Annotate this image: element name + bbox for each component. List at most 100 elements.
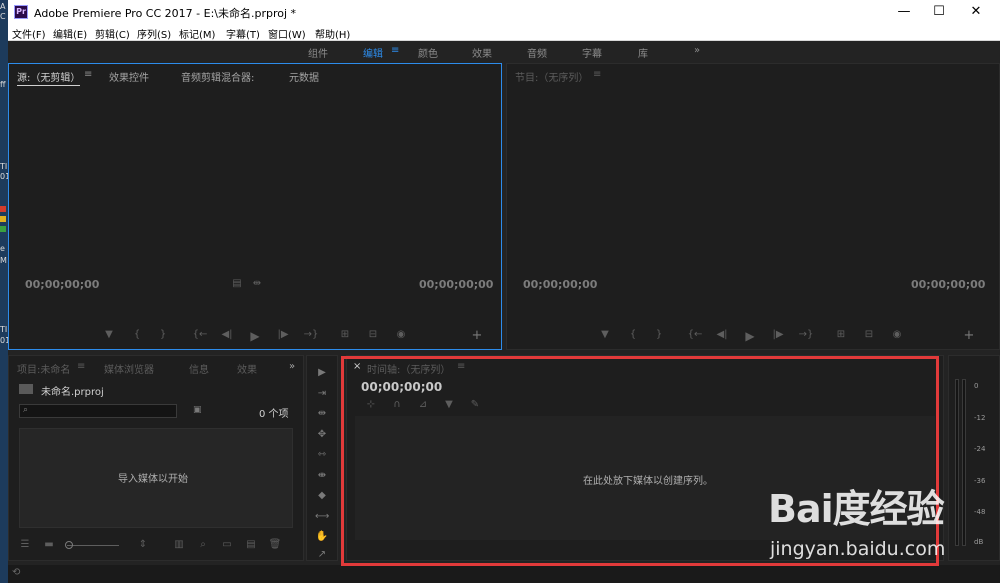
menu-file[interactable]: 文件(F)	[12, 26, 46, 41]
project-file-name: 未命名.prproj	[41, 387, 104, 398]
clear-icon[interactable]: 🗑	[267, 539, 283, 550]
baidu-jingyan-watermark: Bai度经验 jingyan.baidu.com	[768, 478, 1000, 583]
source-timecode-current[interactable]: 00;00;00;00	[25, 278, 99, 291]
menu-help[interactable]: 帮助(H)	[315, 26, 350, 41]
play-icon[interactable]: ▶	[742, 329, 758, 343]
button-editor-add-icon[interactable]: +	[469, 328, 485, 343]
menu-marker[interactable]: 标记(M)	[179, 26, 215, 41]
workspace-menu-icon[interactable]: ≡	[391, 45, 399, 56]
slip-tool-icon[interactable]: ◆	[315, 490, 329, 501]
project-panel: 项目:未命名 ≡ 媒体浏览器 信息 效果 » 未命名.prproj ⌕ ▣ 0 …	[8, 355, 304, 561]
find-icon[interactable]: ⌕	[195, 539, 211, 550]
program-monitor-panel: 节目:（无序列） ≡ 00;00;00;00 00;00;00;00 ▼ { }…	[506, 63, 1000, 350]
sort-icon[interactable]: ⇕	[135, 539, 151, 550]
lift-icon[interactable]: ⊞	[833, 329, 849, 340]
menu-sequence[interactable]: 序列(S)	[137, 26, 171, 41]
program-panel-menu-icon[interactable]: ≡	[593, 69, 601, 80]
project-item-count: 0 个项	[259, 409, 289, 420]
workspace-tab-audio[interactable]: 音频	[527, 45, 547, 60]
workspace-tab-effects[interactable]: 效果	[472, 45, 492, 60]
program-timecode-current[interactable]: 00;00;00;00	[523, 278, 597, 291]
export-frame-icon[interactable]: ◉	[889, 329, 905, 340]
meter-label: -12	[974, 414, 986, 422]
workspace-tab-libraries[interactable]: 库	[638, 45, 648, 60]
title-bar[interactable]: Pr Adobe Premiere Pro CC 2017 - E:\未命名.p…	[8, 0, 1000, 24]
desktop-icon	[0, 226, 6, 232]
close-button[interactable]: ✕	[960, 0, 992, 24]
zoom-slider-handle[interactable]	[65, 541, 73, 549]
tab-program[interactable]: 节目:（无序列）	[515, 69, 588, 84]
hand-tool-icon[interactable]: ✋	[315, 531, 329, 542]
insert-icon[interactable]: ⊞	[337, 329, 353, 340]
list-view-icon[interactable]: ☰	[17, 539, 33, 550]
step-back-icon[interactable]: ◀|	[219, 329, 235, 340]
source-panel-menu-icon[interactable]: ≡	[84, 69, 92, 80]
go-to-out-icon[interactable]: →}	[798, 329, 814, 340]
desktop-icon-label: TI	[0, 162, 8, 171]
maximize-button[interactable]: ☐	[923, 0, 955, 24]
drag-video-icon[interactable]: ▤	[229, 278, 245, 289]
workspace-tab-color[interactable]: 颜色	[418, 45, 438, 60]
go-to-in-icon[interactable]: {←	[192, 329, 208, 340]
tab-effect-controls[interactable]: 效果控件	[109, 69, 149, 84]
project-search-input[interactable]	[19, 404, 177, 418]
tab-info[interactable]: 信息	[189, 361, 209, 376]
new-search-bin-icon[interactable]: ▣	[193, 405, 202, 415]
tab-media-browser[interactable]: 媒体浏览器	[104, 361, 154, 376]
overwrite-icon[interactable]: ⊟	[365, 329, 381, 340]
workspace-tab-editing[interactable]: 编辑	[363, 45, 383, 60]
minimize-button[interactable]: —	[888, 0, 920, 24]
go-to-out-icon[interactable]: →}	[303, 329, 319, 340]
menu-clip[interactable]: 剪辑(C)	[95, 26, 130, 41]
tab-metadata[interactable]: 元数据	[289, 69, 319, 84]
drag-audio-icon[interactable]: ⇹	[249, 278, 265, 289]
tab-project[interactable]: 项目:未命名	[17, 361, 70, 376]
tab-effects[interactable]: 效果	[237, 361, 257, 376]
workspace-tab-assembly[interactable]: 组件	[308, 45, 328, 60]
zoom-slider[interactable]	[67, 545, 119, 546]
pen-tool-icon[interactable]: ↗	[315, 549, 329, 560]
ripple-edit-tool-icon[interactable]: ⇹	[315, 408, 329, 419]
button-editor-add-icon[interactable]: +	[961, 328, 977, 343]
mark-out-icon[interactable]: }	[651, 329, 667, 340]
step-forward-icon[interactable]: |▶	[770, 329, 786, 340]
mark-in-icon[interactable]: {	[625, 329, 641, 340]
menu-window[interactable]: 窗口(W)	[268, 26, 306, 41]
source-monitor-panel: 源:（无剪辑） ≡ 效果控件 音频剪辑混合器: 元数据 00;00;00;00 …	[8, 63, 502, 350]
workspace-tab-captions[interactable]: 字幕	[582, 45, 602, 60]
automate-to-sequence-icon[interactable]: ▥	[171, 539, 187, 550]
mark-out-icon[interactable]: }	[155, 329, 171, 340]
icon-view-icon[interactable]: ▬	[41, 539, 57, 550]
export-frame-icon[interactable]: ◉	[393, 329, 409, 340]
desktop-icon-label: A	[0, 2, 6, 11]
go-to-in-icon[interactable]: {←	[687, 329, 703, 340]
rolling-edit-tool-icon[interactable]: ✥	[315, 429, 329, 440]
new-bin-icon[interactable]: ▭	[219, 539, 235, 550]
new-item-icon[interactable]: ▤	[243, 539, 259, 550]
tab-audio-clip-mixer[interactable]: 音频剪辑混合器:	[181, 69, 254, 84]
menu-edit[interactable]: 编辑(E)	[53, 26, 87, 41]
play-icon[interactable]: ▶	[247, 329, 263, 343]
source-timecode-duration: 00;00;00;00	[419, 278, 494, 291]
extract-icon[interactable]: ⊟	[861, 329, 877, 340]
track-select-tool-icon[interactable]: ⇥	[315, 388, 329, 399]
step-forward-icon[interactable]: |▶	[275, 329, 291, 340]
menu-title[interactable]: 字幕(T)	[226, 26, 260, 41]
tab-source[interactable]: 源:（无剪辑）	[17, 69, 81, 86]
selection-tool-icon[interactable]: ▶	[315, 367, 329, 378]
project-drop-area[interactable]: 导入媒体以开始	[19, 428, 293, 528]
add-marker-icon[interactable]: ▼	[101, 329, 117, 340]
add-marker-icon[interactable]: ▼	[597, 329, 613, 340]
step-back-icon[interactable]: ◀|	[714, 329, 730, 340]
project-panel-menu-icon[interactable]: ≡	[77, 361, 85, 372]
workspace-overflow-icon[interactable]: »	[694, 45, 700, 56]
watermark-logo: Bai度经验	[768, 487, 945, 531]
mark-in-icon[interactable]: {	[129, 329, 145, 340]
razor-tool-icon[interactable]: ⇼	[315, 470, 329, 481]
premiere-app-icon: Pr	[14, 5, 28, 19]
slide-tool-icon[interactable]: ⟷	[315, 511, 329, 522]
rate-stretch-tool-icon[interactable]: ⇿	[315, 449, 329, 460]
search-icon: ⌕	[23, 405, 29, 415]
desktop-icon	[0, 206, 6, 212]
project-panel-overflow-icon[interactable]: »	[289, 361, 295, 372]
